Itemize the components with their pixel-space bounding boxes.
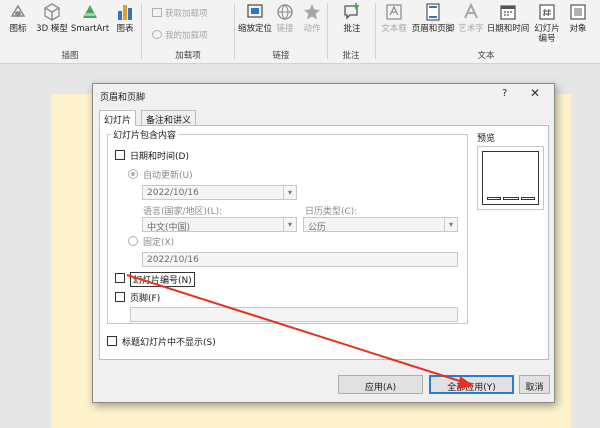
calendar-label: 日历类型(C): [305,207,358,217]
links-group-label: 链接 [272,51,290,61]
slide-number-button[interactable]: 幻灯片编号 [531,2,563,44]
dialog-title: 页眉和页脚 [100,93,146,103]
preview-footer-placeholder [503,197,519,200]
slide-number-checkbox[interactable] [115,273,125,283]
no-title-slide-checkbox[interactable] [107,336,117,346]
date-time-checkbox[interactable] [115,150,125,160]
close-button[interactable]: ✕ [530,86,540,100]
icons-button[interactable]: 图标 [2,2,34,34]
comment-button[interactable]: 批注 [332,2,372,34]
addin-icon [152,30,162,39]
globe-link-icon [277,4,293,20]
tab-slide[interactable]: 幻灯片 [99,110,137,126]
action-button[interactable]: 动作 [300,2,324,34]
datetime-button[interactable]: 日期和时间 [486,2,530,34]
footer-label: 页脚(F) [130,294,161,304]
ribbon: 图标 3D 模型 SmartArt 图表 插图 获取加载项 我的加载项 加载项 [0,0,600,64]
icons-icon [10,4,26,17]
language-select[interactable]: 中文(中国) ▾ [142,217,297,233]
cube-icon [44,3,60,21]
object-button[interactable]: 对象 [565,2,591,34]
language-label: 语言(国家/地区)(L): [143,207,223,217]
calendar-icon [500,5,516,20]
tab-notes-handouts[interactable]: 备注和讲义 [141,110,197,126]
my-addins-button[interactable]: 我的加载项 [152,29,208,41]
calendar-select[interactable]: 公历 ▾ [303,217,458,233]
preview-slide [482,151,539,205]
store-icon [152,8,162,17]
footer-checkbox[interactable] [115,292,125,302]
no-title-slide-label: 标题幻灯片中不显示(S) [122,338,216,348]
fixed-label: 固定(X) [143,238,175,248]
zoom-button[interactable]: 缩放定位 [238,2,272,34]
3d-models-button[interactable]: 3D 模型 [36,2,68,34]
apply-all-button[interactable]: 全部应用(Y) [429,375,514,394]
auto-update-date-select[interactable]: 2022/10/16 ▾ [142,185,297,200]
cancel-button-face[interactable]: 取消 [519,375,550,394]
auto-update-label: 自动更新(U) [143,171,193,181]
text-group-label: 文本 [477,51,495,61]
fixed-date-input[interactable]: 2022/10/16 [142,252,458,267]
preview-pane [477,146,544,210]
wordart-icon [464,2,478,19]
wordart-button[interactable]: 艺术字 [457,2,485,34]
bar-chart-icon [118,5,132,20]
group-label: 幻灯片包含内容 [111,128,179,141]
slide-number-label: 幻灯片编号(N) [130,272,195,287]
preview-date-placeholder [487,197,501,200]
illustrations-group-label: 插图 [61,51,79,61]
header-footer-icon [426,3,440,21]
auto-update-radio[interactable] [128,169,138,179]
date-time-label: 日期和时间(D) [130,152,189,162]
link-button[interactable]: 链接 [272,2,298,34]
comments-group-label: 批注 [342,51,360,61]
apply-button[interactable]: 应用(A) [338,375,423,394]
zoom-icon [247,4,263,18]
textbox-button[interactable]: 文本框 [378,2,410,34]
fixed-radio[interactable] [128,236,138,246]
chart-button[interactable]: 图表 [112,2,138,34]
chevron-down-icon: ▾ [283,218,296,231]
chevron-down-icon: ▾ [444,218,457,231]
get-addins-button[interactable]: 获取加载项 [152,7,208,19]
object-icon [570,4,586,20]
slide-number-icon [539,4,555,20]
help-button[interactable]: ? [502,88,507,99]
addins-group-label: 加载项 [175,51,201,61]
smartart-button[interactable]: SmartArt [70,2,110,34]
header-footer-button[interactable]: 页眉和页脚 [410,2,456,34]
footer-input[interactable] [130,307,458,322]
star-icon [304,4,320,20]
chevron-down-icon: ▾ [283,186,296,199]
smartart-icon [83,5,97,18]
preview-label: 预览 [477,134,496,144]
comment-add-icon [344,3,359,20]
preview-number-placeholder [521,197,535,200]
textbox-icon [386,4,402,20]
